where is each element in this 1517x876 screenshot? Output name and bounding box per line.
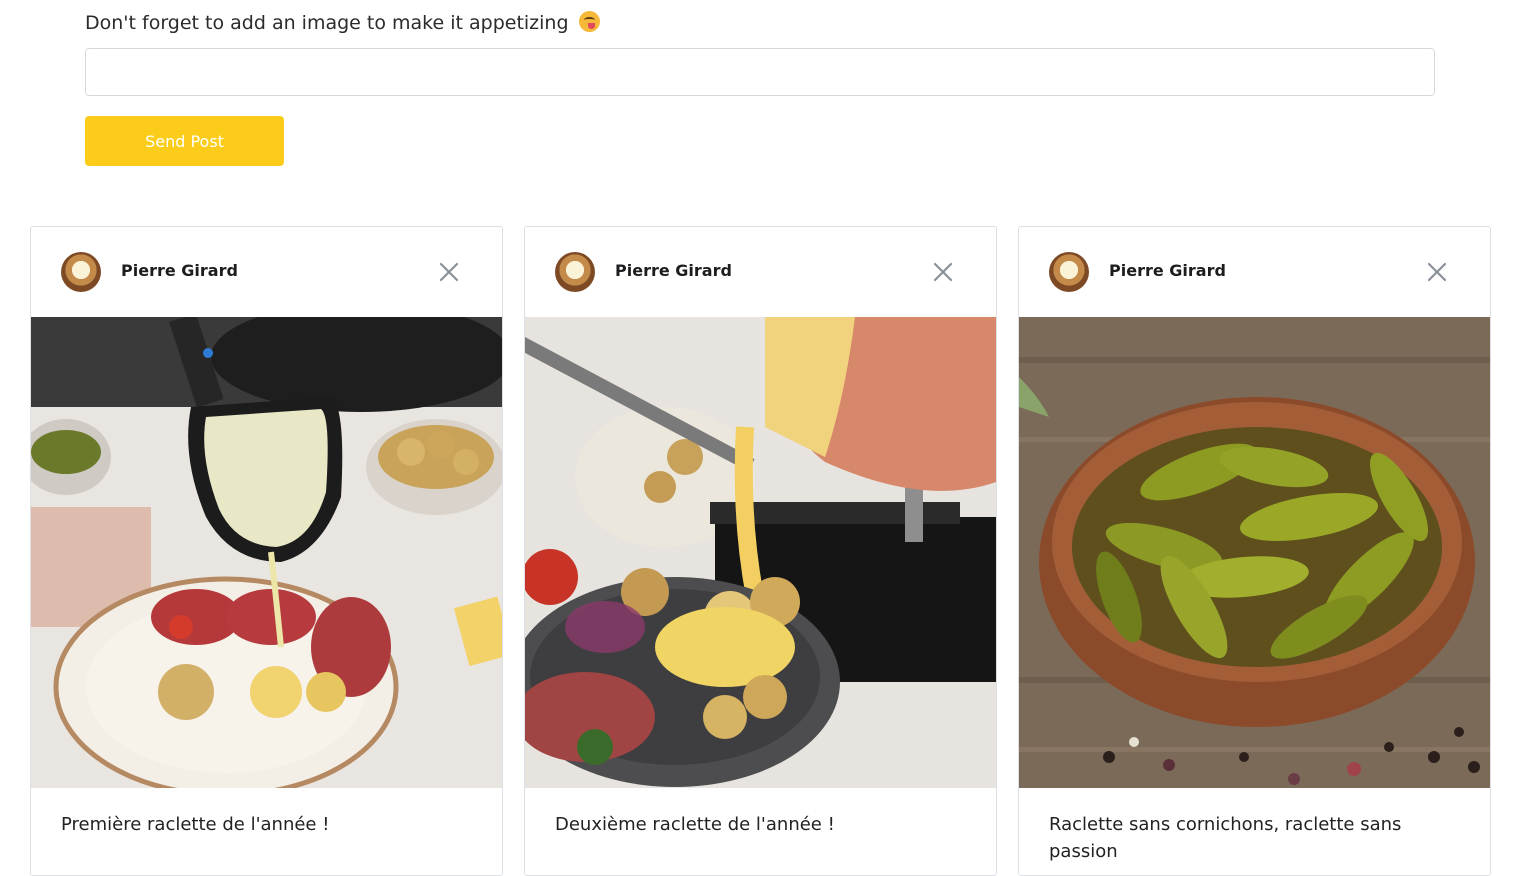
post-card: Pierre Girard [1018, 226, 1491, 876]
close-icon[interactable] [928, 257, 958, 287]
avatar [61, 252, 101, 292]
avatar [555, 252, 595, 292]
post-image [1019, 317, 1490, 788]
post-header: Pierre Girard [31, 227, 502, 317]
post-header: Pierre Girard [525, 227, 996, 317]
post-card: Pierre Girard [524, 226, 997, 876]
image-hint-text: Don't forget to add an image to make it … [85, 12, 569, 34]
post-author: Pierre Girard [615, 261, 732, 280]
post-list: Pierre Girard Première raclette de l'ann… [30, 226, 1491, 876]
close-icon[interactable] [434, 257, 464, 287]
post-image [31, 317, 502, 788]
post-image [525, 317, 996, 788]
post-card: Pierre Girard [30, 226, 503, 876]
image-url-input[interactable] [85, 48, 1435, 96]
post-header: Pierre Girard [1019, 227, 1490, 317]
image-hint: Don't forget to add an image to make it … [85, 11, 600, 34]
close-icon[interactable] [1422, 257, 1452, 287]
post-author: Pierre Girard [1109, 261, 1226, 280]
send-post-button[interactable]: Send Post [85, 116, 284, 166]
post-text: Première raclette de l'année ! [61, 814, 330, 835]
post-text: Deuxième raclette de l'année ! [555, 814, 835, 835]
post-author: Pierre Girard [121, 261, 238, 280]
post-text: Raclette sans cornichons, raclette sans … [1049, 814, 1402, 862]
avatar [1049, 252, 1089, 292]
face-savoring-food-icon [578, 11, 600, 32]
